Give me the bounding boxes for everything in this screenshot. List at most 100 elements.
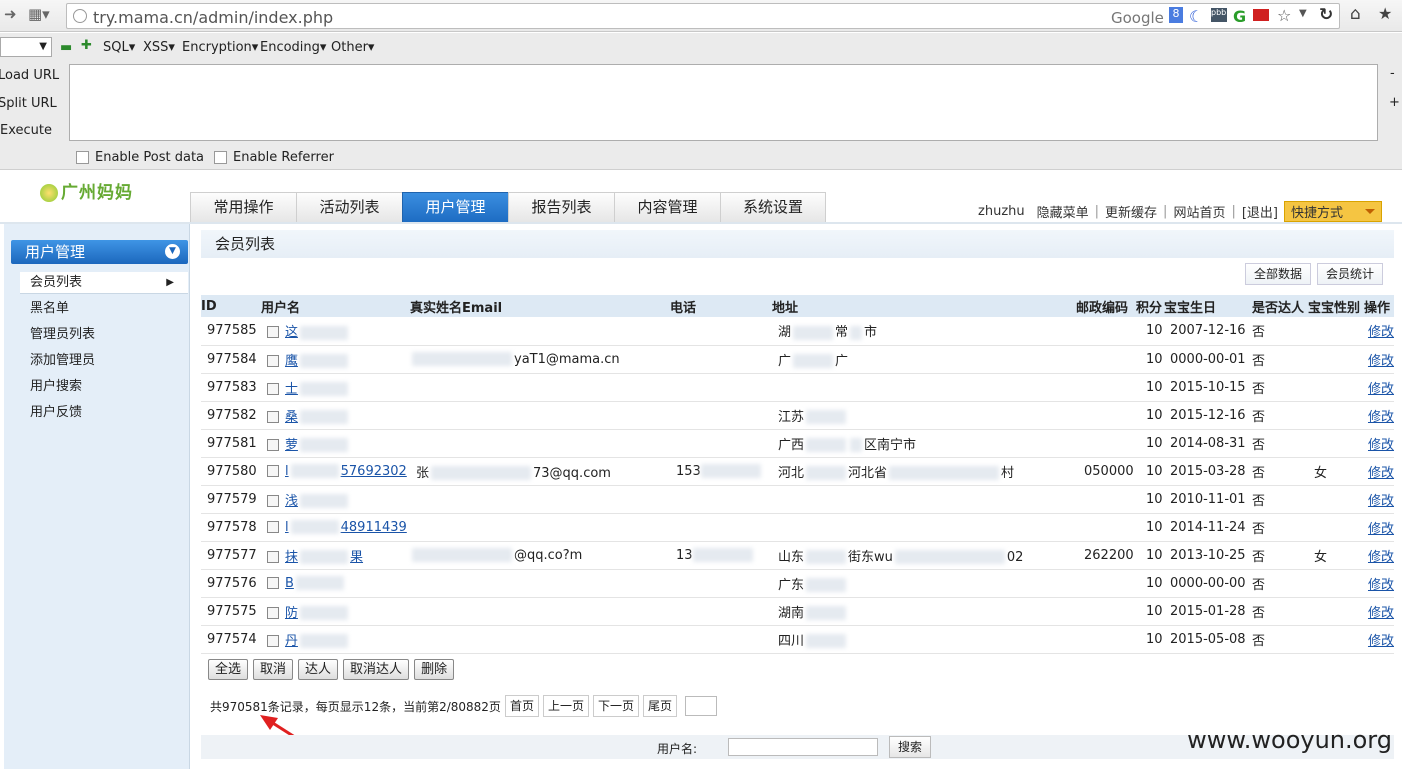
username-link[interactable]: l bbox=[285, 520, 289, 535]
row-checkbox[interactable] bbox=[267, 326, 279, 339]
edit-link[interactable]: 修改 bbox=[1368, 494, 1394, 509]
dropdown-icon[interactable]: ▼ bbox=[1299, 8, 1307, 19]
row-checkbox[interactable] bbox=[267, 634, 279, 647]
pbb-icon[interactable]: pbb bbox=[1211, 8, 1227, 22]
load-url-button[interactable]: Load URL bbox=[0, 68, 59, 83]
edit-link[interactable]: 修改 bbox=[1368, 634, 1394, 649]
menu-other[interactable]: Other▾ bbox=[331, 40, 374, 55]
page-number-input[interactable] bbox=[685, 696, 717, 716]
username-tail[interactable]: 果 bbox=[350, 550, 363, 565]
row-checkbox[interactable] bbox=[267, 494, 279, 507]
all-data-button[interactable]: 全部数据 bbox=[1245, 263, 1312, 285]
logout-link[interactable]: [退出] bbox=[1236, 202, 1284, 221]
row-checkbox[interactable] bbox=[267, 550, 279, 563]
first-page-button[interactable]: 首页 bbox=[504, 695, 539, 717]
last-page-button[interactable]: 尾页 bbox=[642, 695, 677, 717]
home-icon[interactable]: ⌂ bbox=[1350, 4, 1361, 24]
sidebar-header[interactable]: 用户管理 ▼ bbox=[11, 240, 188, 264]
forward-icon[interactable]: ➜ bbox=[4, 5, 17, 23]
username-link[interactable]: 这 bbox=[285, 325, 298, 340]
row-checkbox[interactable] bbox=[267, 382, 279, 395]
edit-link[interactable]: 修改 bbox=[1368, 578, 1394, 593]
sidebar-item-add-admin[interactable]: 添加管理员 bbox=[20, 350, 188, 372]
row-checkbox[interactable] bbox=[267, 520, 279, 533]
sidebar-item-admin-list[interactable]: 管理员列表 bbox=[20, 324, 188, 346]
hackbar-select[interactable]: ▼ bbox=[0, 37, 52, 57]
set-daren-button[interactable]: 达人 bbox=[298, 659, 339, 680]
row-checkbox[interactable] bbox=[267, 410, 279, 423]
username-link[interactable]: l bbox=[285, 464, 289, 479]
member-stats-button[interactable]: 会员统计 bbox=[1317, 263, 1384, 285]
nav-tab-common[interactable]: 常用操作 bbox=[190, 192, 296, 223]
row-checkbox[interactable] bbox=[267, 464, 279, 477]
edit-link[interactable]: 修改 bbox=[1368, 606, 1394, 621]
cancel-button[interactable]: 取消 bbox=[253, 659, 294, 680]
nav-tab-content[interactable]: 内容管理 bbox=[614, 192, 720, 223]
expand-icon[interactable]: + bbox=[1389, 95, 1400, 110]
quick-menu[interactable]: 快捷方式 bbox=[1284, 201, 1382, 222]
address-bar[interactable]: try.mama.cn/admin/index.php Google 8 ☾ p… bbox=[66, 3, 1340, 29]
post-data-checkbox[interactable] bbox=[76, 151, 89, 164]
row-checkbox[interactable] bbox=[267, 576, 279, 589]
select-all-button[interactable]: 全选 bbox=[208, 659, 249, 680]
hide-menu-link[interactable]: 隐藏菜单 bbox=[1031, 202, 1095, 221]
row-checkbox[interactable] bbox=[267, 354, 279, 367]
chevron-down-icon[interactable]: ▼ bbox=[165, 244, 180, 259]
split-url-button[interactable]: Split URL bbox=[0, 96, 57, 111]
edit-link[interactable]: 修改 bbox=[1368, 410, 1394, 425]
username-link[interactable]: 桑 bbox=[285, 410, 298, 425]
edit-link[interactable]: 修改 bbox=[1368, 522, 1394, 537]
apps-icon[interactable]: ▦▾ bbox=[28, 5, 50, 23]
refresh-cache-link[interactable]: 更新缓存 bbox=[1099, 202, 1163, 221]
next-page-button[interactable]: 下一页 bbox=[592, 695, 639, 717]
bookmark-star-icon[interactable]: ★ bbox=[1378, 4, 1392, 23]
site-logo[interactable]: 广州妈妈 bbox=[40, 178, 133, 203]
username-tail[interactable]: 48911439 bbox=[341, 520, 407, 535]
edit-link[interactable]: 修改 bbox=[1368, 354, 1394, 369]
edit-link[interactable]: 修改 bbox=[1368, 325, 1394, 340]
site-home-link[interactable]: 网站首页 bbox=[1167, 202, 1231, 221]
username-link[interactable]: 丹 bbox=[285, 634, 298, 649]
menu-encryption[interactable]: Encryption▾ bbox=[182, 40, 258, 55]
delete-button[interactable]: 删除 bbox=[414, 659, 455, 680]
star-icon[interactable]: ☆ bbox=[1277, 6, 1291, 25]
username-link[interactable]: 防 bbox=[285, 606, 298, 621]
refresh-green-icon[interactable]: G bbox=[1233, 7, 1246, 26]
flag-icon[interactable] bbox=[1253, 9, 1269, 21]
post-data-option[interactable]: Enable Post data bbox=[76, 150, 204, 165]
referrer-checkbox[interactable] bbox=[214, 151, 227, 164]
edit-link[interactable]: 修改 bbox=[1368, 466, 1394, 481]
nav-tab-settings[interactable]: 系统设置 bbox=[720, 192, 826, 223]
username-link[interactable]: 鹰 bbox=[285, 354, 298, 369]
execute-button[interactable]: Execute bbox=[0, 123, 52, 138]
username-link[interactable]: 士 bbox=[285, 382, 298, 397]
edit-link[interactable]: 修改 bbox=[1368, 550, 1394, 565]
nav-tab-activities[interactable]: 活动列表 bbox=[296, 192, 402, 223]
username-tail[interactable]: 57692302 bbox=[341, 464, 407, 479]
sidebar-item-user-search[interactable]: 用户搜索 bbox=[20, 376, 188, 398]
row-checkbox[interactable] bbox=[267, 438, 279, 451]
row-checkbox[interactable] bbox=[267, 606, 279, 619]
edit-link[interactable]: 修改 bbox=[1368, 382, 1394, 397]
google-icon[interactable]: 8 bbox=[1169, 7, 1183, 23]
username-link[interactable]: B bbox=[285, 576, 294, 591]
menu-encoding[interactable]: Encoding▾ bbox=[260, 40, 326, 55]
username-link[interactable]: 浅 bbox=[285, 494, 298, 509]
search-username-input[interactable] bbox=[728, 738, 878, 756]
referrer-option[interactable]: Enable Referrer bbox=[214, 150, 334, 165]
nav-tab-users[interactable]: 用户管理 bbox=[402, 192, 508, 223]
edit-link[interactable]: 修改 bbox=[1368, 438, 1394, 453]
sidebar-item-member-list[interactable]: 会员列表 bbox=[20, 272, 188, 294]
plus-icon[interactable]: ✚ bbox=[81, 38, 92, 53]
menu-sql[interactable]: SQL▾ bbox=[103, 40, 135, 55]
menu-xss[interactable]: XSS▾ bbox=[143, 40, 175, 55]
nav-tab-reports[interactable]: 报告列表 bbox=[508, 192, 614, 223]
username-link[interactable]: 抹 bbox=[285, 550, 298, 565]
unset-daren-button[interactable]: 取消达人 bbox=[343, 659, 410, 680]
url-textarea[interactable] bbox=[69, 64, 1378, 141]
moon-icon[interactable]: ☾ bbox=[1189, 7, 1203, 26]
prev-page-button[interactable]: 上一页 bbox=[542, 695, 589, 717]
collapse-icon[interactable]: - bbox=[1390, 66, 1395, 81]
minus-icon[interactable]: ▬ bbox=[60, 40, 72, 55]
sidebar-item-blacklist[interactable]: 黑名单 bbox=[20, 298, 188, 320]
